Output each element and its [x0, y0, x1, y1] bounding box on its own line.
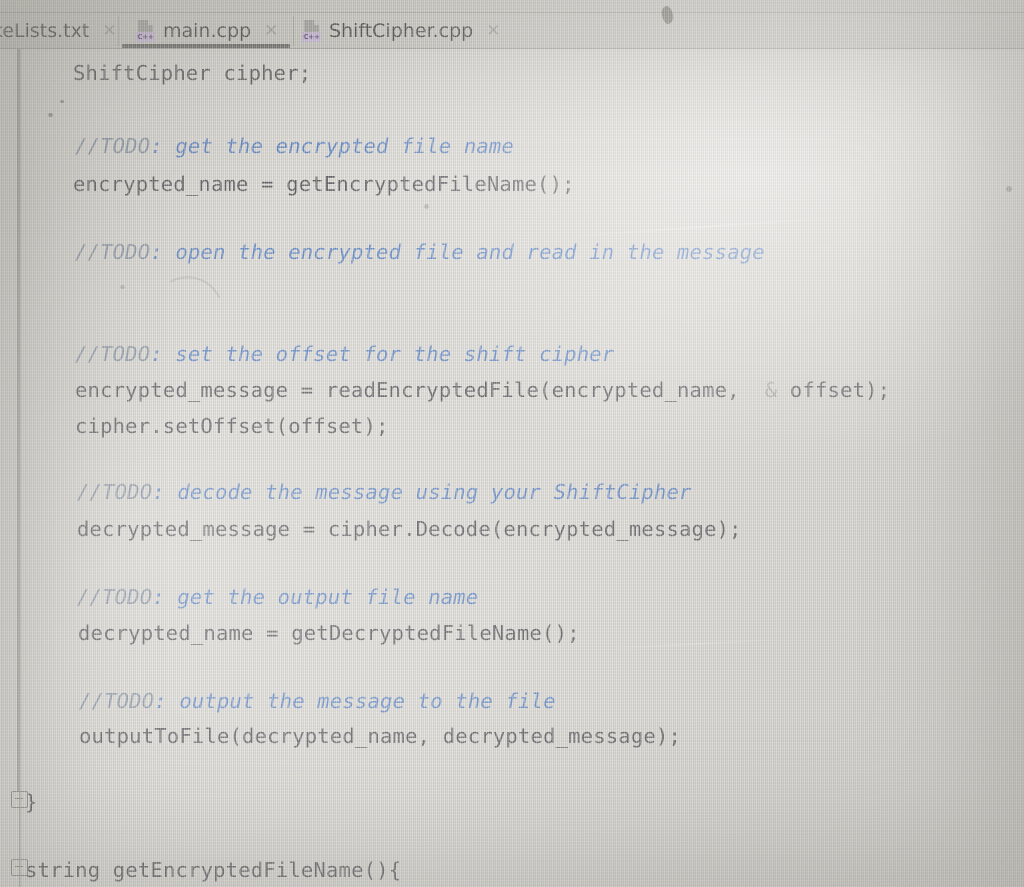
code-line[interactable]: //TODO: decode the message using your Sh… [0, 476, 1024, 508]
code-token: encrypted_message = readEncryptedFile(en… [75, 378, 753, 402]
cpp-file-icon-badge: C++ [136, 32, 155, 42]
code-token: : get the output file name [152, 585, 479, 609]
tab-separator [118, 16, 119, 46]
code-token: : output the message to the file [154, 689, 556, 713]
code-content[interactable]: ShiftCipher cipher;//TODO: get the encry… [0, 49, 1024, 887]
code-token: : decode the message using your ShiftCip… [152, 480, 692, 504]
code-token: : set the offset for the shift cipher [150, 342, 615, 366]
code-line[interactable]: decrypted_name = getDecryptedFileName(); [0, 617, 1024, 649]
cpp-file-icon-badge: C++ [302, 32, 321, 42]
code-token: : open the encrypted file and read in th… [150, 240, 765, 264]
tab-label: main.cpp [163, 20, 252, 42]
tab-shiftcipher-cpp[interactable]: C++ ShiftCipher.cpp ✕ [302, 13, 500, 49]
code-fold-region-line [17, 49, 19, 791]
code-line[interactable]: outputToFile(decrypted_name, decrypted_m… [0, 720, 1024, 752]
close-icon[interactable]: ✕ [264, 22, 278, 40]
code-line[interactable]: encrypted_message = readEncryptedFile(en… [0, 374, 1024, 406]
code-line[interactable]: //TODO: open the encrypted file and read… [0, 236, 1024, 268]
code-token: cipher.setOffset(offset); [75, 414, 389, 438]
tab-label: keLists.txt [0, 20, 90, 42]
code-token: decrypted_name = getDecryptedFileName(); [78, 621, 580, 645]
code-token: & [752, 378, 778, 402]
code-token: //TODO [75, 342, 151, 366]
code-line[interactable]: encrypted_name = getEncryptedFileName(); [0, 168, 1024, 200]
active-tab-indicator [122, 44, 290, 48]
code-token: decrypted_message = cipher.Decode(encryp… [77, 517, 742, 541]
code-token: //TODO [79, 689, 155, 713]
code-line[interactable]: cipher.setOffset(offset); [0, 410, 1024, 442]
tab-label: ShiftCipher.cpp [329, 20, 474, 42]
code-token: //TODO [77, 585, 153, 609]
code-line[interactable]: //TODO: output the message to the file [0, 685, 1024, 717]
code-token: ShiftCipher cipher; [73, 61, 312, 85]
code-line[interactable]: decrypted_message = cipher.Decode(encryp… [0, 513, 1024, 545]
code-token: offset); [777, 378, 891, 402]
code-token: //TODO [75, 134, 151, 158]
code-line[interactable]: //TODO: get the encrypted file name [0, 130, 1024, 162]
code-fold-toggle-icon[interactable] [11, 791, 28, 808]
code-line[interactable]: } [0, 786, 1024, 818]
code-token: //TODO [77, 480, 153, 504]
code-line[interactable]: string getEncryptedFileName(){ [0, 854, 1024, 886]
code-fold-toggle-icon[interactable] [11, 859, 28, 876]
code-token: encrypted_name = getEncryptedFileName(); [73, 172, 575, 196]
code-token: outputToFile(decrypted_name, decrypted_m… [79, 724, 682, 748]
tab-separator [293, 16, 294, 46]
code-token: string getEncryptedFileName(){ [25, 858, 402, 882]
code-token: : get the encrypted file name [150, 134, 514, 158]
code-line[interactable]: //TODO: get the output file name [0, 581, 1024, 613]
tab-cmakelists-txt[interactable]: keLists.txt ✕ [0, 13, 117, 49]
close-icon[interactable]: ✕ [102, 22, 116, 40]
code-line[interactable]: //TODO: set the offset for the shift cip… [0, 338, 1024, 370]
cpp-file-icon: C++ [136, 20, 156, 42]
code-token: //TODO [75, 240, 151, 264]
screenshot-root: keLists.txt ✕ C++ main.cpp ✕ C++ ShiftCi… [0, 0, 1024, 887]
close-icon[interactable]: ✕ [486, 22, 500, 40]
cpp-file-icon: C++ [302, 20, 322, 42]
code-line[interactable]: ShiftCipher cipher; [0, 57, 1024, 89]
